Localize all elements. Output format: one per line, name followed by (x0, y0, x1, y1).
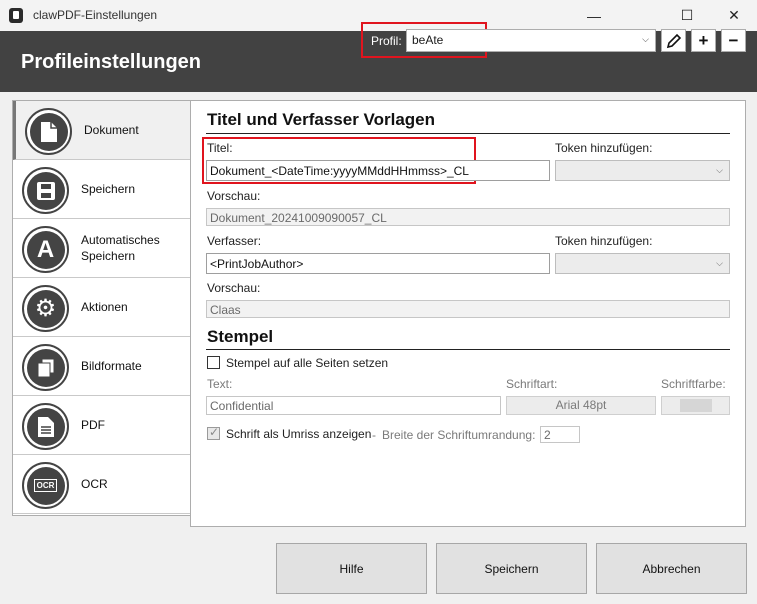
edit-profile-button[interactable] (661, 29, 686, 52)
title-label: Titel: (207, 141, 233, 155)
sidebar-item-label: Speichern (81, 182, 136, 196)
sidebar-item-automatisches-speichern[interactable]: A Automatisches Speichern (13, 219, 190, 278)
save-icon (22, 167, 69, 214)
stamp-all-pages-checkbox[interactable] (207, 356, 220, 369)
sidebar-item-label: Bildformate (81, 359, 142, 373)
sidebar-item-speichern[interactable]: Speichern (13, 160, 190, 219)
profile-select[interactable]: beAte ⌵ (406, 29, 656, 52)
help-button[interactable]: Hilfe (276, 543, 427, 594)
token-select-author[interactable]: ⌵ (555, 253, 730, 274)
stamp-font-button[interactable]: Arial 48pt (506, 396, 656, 415)
outline-checkbox[interactable] (207, 425, 220, 440)
image-formats-icon (22, 344, 69, 391)
sidebar-item-aktionen[interactable]: ⚙ Aktionen (13, 278, 190, 337)
author-preview: Claas (206, 300, 730, 318)
color-swatch (679, 399, 712, 412)
stamp-color-button[interactable] (661, 396, 730, 415)
sidebar-item-label: Aktionen (81, 300, 128, 314)
remove-profile-button[interactable]: − (721, 29, 746, 52)
sidebar-item-label: PDF (81, 418, 105, 432)
sidebar-item-dokument[interactable]: Dokument (13, 101, 190, 160)
sidebar: Dokument Speichern A Automatisches Speic… (12, 100, 191, 516)
cancel-button[interactable]: Abbrechen (596, 543, 747, 594)
add-profile-button[interactable]: + (691, 29, 716, 52)
section-title-templates: Titel und Verfasser Vorlagen (207, 110, 436, 129)
app-icon (9, 8, 23, 23)
profile-label: Profil: (371, 34, 402, 48)
token-select-title[interactable]: ⌵ (555, 160, 730, 181)
author-input[interactable]: <PrintJobAuthor> (206, 253, 550, 274)
title-input[interactable]: Dokument_<DateTime:yyyyMMddHHmmss>_CL (206, 160, 550, 181)
stamp-all-pages-label: Stempel auf alle Seiten setzen (226, 356, 389, 370)
pencil-icon (666, 33, 681, 48)
ocr-icon: OCR (22, 462, 69, 509)
save-button[interactable]: Speichern (436, 543, 587, 594)
preview-label-author: Vorschau: (207, 281, 261, 295)
window-title: clawPDF-Einstellungen (33, 8, 158, 22)
minimize-button[interactable]: — (571, 0, 617, 31)
page-title: Profileinstellungen (21, 51, 202, 73)
sidebar-item-label: OCR (81, 477, 108, 491)
plus-icon: + (698, 30, 709, 50)
close-button[interactable]: ✕ (711, 0, 757, 31)
preview-label-title: Vorschau: (207, 189, 261, 203)
maximize-button[interactable]: ☐ (664, 0, 710, 31)
outline-width-input[interactable]: 2 (540, 426, 580, 443)
token-label-author: Token hinzufügen: (555, 234, 653, 248)
stamp-color-label: Schriftfarbe: (661, 377, 726, 391)
section-title-stamp: Stempel (207, 327, 274, 346)
document-icon (25, 108, 72, 155)
gear-icon: ⚙ (22, 285, 69, 332)
title-preview: Dokument_20241009090057_CL (206, 208, 730, 226)
minus-icon: − (728, 30, 739, 50)
chevron-down-icon: ⌵ (716, 165, 723, 175)
stamp-text-label: Text: (207, 377, 233, 391)
outline-width-label: Breite der Schriftumrandung: (382, 428, 536, 442)
token-label-title: Token hinzufügen: (555, 141, 653, 155)
chevron-down-icon: ⌵ (642, 34, 649, 44)
pdf-icon (22, 403, 69, 450)
sidebar-item-bildformate[interactable]: Bildformate (13, 337, 190, 396)
sidebar-item-label: Dokument (84, 123, 139, 137)
sidebar-item-pdf[interactable]: PDF (13, 396, 190, 455)
author-label: Verfasser: (207, 234, 262, 248)
section-divider (206, 349, 730, 350)
outline-separator: - (372, 428, 376, 442)
stamp-font-label: Schriftart: (506, 377, 558, 391)
outline-label: Schrift als Umriss anzeigen (226, 427, 372, 441)
auto-save-icon: A (22, 226, 69, 273)
profile-select-value: beAte (412, 33, 444, 47)
chevron-down-icon: ⌵ (716, 258, 723, 268)
sidebar-item-ocr[interactable]: OCR OCR (13, 455, 190, 514)
sidebar-item-label: Automatisches Speichern (81, 233, 160, 263)
stamp-text-input[interactable]: Confidential (206, 396, 501, 415)
section-divider (206, 133, 730, 134)
